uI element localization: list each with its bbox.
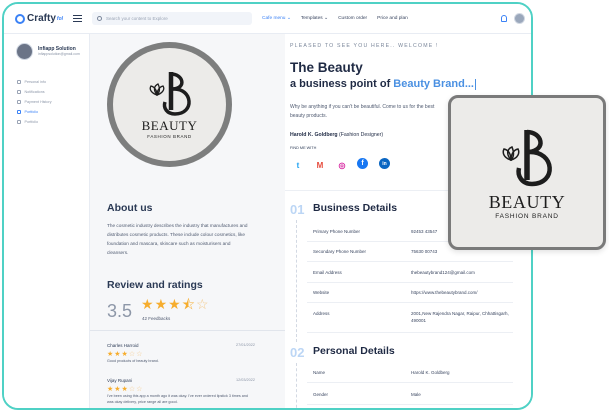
author-role: (Fashion Designer) xyxy=(339,132,384,138)
facebook-icon[interactable]: f xyxy=(357,158,368,169)
review-text: Good products of beauty brand. xyxy=(107,359,159,363)
star-icon: ★ xyxy=(141,296,154,312)
detail-row: Secondary Phone Number 75630 00743 xyxy=(313,249,438,254)
brand-logo-circle: BEAUTY FASHION BRAND xyxy=(107,42,232,167)
brand-name: BEAUTY xyxy=(141,118,198,133)
logo-subtext: fol xyxy=(56,15,64,22)
brand-name: BEAUTY xyxy=(488,192,566,212)
author: Harold K. Goldberg (Fashion Designer) xyxy=(290,132,383,138)
sidebar-item-payment-history[interactable]: Payment History xyxy=(4,97,89,107)
gmail-icon[interactable]: M xyxy=(313,158,327,172)
beauty-logo-icon xyxy=(149,72,191,116)
linkedin-icon[interactable]: in xyxy=(379,158,390,169)
sidebar: Infiapp Solution infiappsolution@gmail.c… xyxy=(4,34,90,408)
review-item: Charles Harroid 27/01/2022 ★★★☆☆ Good pro… xyxy=(107,343,255,365)
portfolio-icon xyxy=(17,110,21,114)
section-number: 01 xyxy=(290,202,305,217)
page-subtitle: a business point of Beauty Brand... xyxy=(290,78,476,90)
sidebar-item-personal-info[interactable]: Personal info xyxy=(4,77,89,87)
detail-row: Address 2001,New Rajendra Nagar, Raipur, … xyxy=(313,311,509,323)
user-email: infiappsolution@gmail.com xyxy=(38,52,80,57)
business-details-title: Business Details xyxy=(313,202,398,214)
brand-tagline: FASHION BRAND xyxy=(495,213,559,220)
section-line xyxy=(296,220,297,342)
card-icon xyxy=(17,100,21,104)
about-title: About us xyxy=(107,202,153,214)
star-icon: ★ xyxy=(154,296,168,312)
brand-tagline: FASHION BRAND xyxy=(147,134,192,139)
find-me-label: FIND ME WITH xyxy=(290,146,317,150)
rating-stars: ★ ★ ★ ⯪ ☆ xyxy=(141,297,210,311)
detail-row: Email Address thebeautybrand124@gmail.com xyxy=(313,270,475,275)
brand-logo-card: BEAUTY FASHION BRAND xyxy=(448,95,606,250)
logo-text: Crafty xyxy=(27,13,56,24)
search-icon xyxy=(97,16,103,21)
detail-row: Name Harold K. Goldberg xyxy=(313,370,450,375)
divider xyxy=(90,330,285,331)
section-number: 02 xyxy=(290,345,305,360)
about-text: The cosmetic industry describes the indu… xyxy=(107,223,248,255)
review-item: Vijay Rupani 12/03/2022 ★★★☆☆ I've been u… xyxy=(107,378,255,405)
sidebar-item-portfolio[interactable]: Portfolio xyxy=(4,107,89,117)
nav-templates[interactable]: Templates ⌄ xyxy=(301,16,328,21)
nav-cafe-menu[interactable]: Cafe menu ⌄ xyxy=(262,16,291,21)
star-icon: ★ xyxy=(168,296,181,312)
notification-bell-icon[interactable] xyxy=(501,15,507,22)
top-avatar[interactable] xyxy=(514,13,525,24)
user-profile[interactable]: Infiapp Solution infiappsolution@gmail.c… xyxy=(4,34,89,60)
empty-star-icon: ☆ xyxy=(195,296,209,312)
brand-column: BEAUTY FASHION BRAND About us The cosmet… xyxy=(90,34,285,408)
review-text: I've been using this app a month ago it … xyxy=(107,394,248,404)
subtitle-highlight: Beauty Brand... xyxy=(393,78,474,90)
app-logo[interactable]: Crafty fol xyxy=(15,13,63,24)
social-links: t M ◎ f in xyxy=(291,158,398,172)
half-star-icon: ⯪ xyxy=(181,296,195,312)
top-bar: Crafty fol Search your content to Explor… xyxy=(4,4,531,34)
personal-details-title: Personal Details xyxy=(313,345,395,357)
detail-row: Website https://www.thebeautybrand.com/ xyxy=(313,290,478,295)
instagram-icon[interactable]: ◎ xyxy=(335,158,349,172)
review-stars: ★★★☆☆ xyxy=(107,351,144,358)
reviewer-name: Charles Harroid xyxy=(107,343,139,348)
twitter-icon[interactable]: t xyxy=(291,158,305,172)
search-input[interactable]: Search your content to Explore xyxy=(92,12,253,25)
reviewer-name: Vijay Rupani xyxy=(107,378,133,383)
review-date: 27/01/2022 xyxy=(235,343,255,347)
folder-icon xyxy=(17,120,21,124)
sidebar-item-notifications[interactable]: Notifications xyxy=(4,87,89,97)
bell-icon xyxy=(17,90,21,94)
author-name: Harold K. Goldberg xyxy=(290,132,338,138)
stage: Crafty fol Search your content to Explor… xyxy=(0,0,609,413)
hamburger-menu-icon[interactable] xyxy=(73,15,83,22)
logo-icon xyxy=(15,13,25,24)
nav-price-plan[interactable]: Price and plan xyxy=(377,16,408,21)
hero-description: Why be anything if you can't be beautifu… xyxy=(290,104,435,119)
user-icon xyxy=(17,80,21,84)
feedback-count: 42 Feedbacks xyxy=(142,316,171,321)
beauty-logo-icon xyxy=(502,129,552,187)
greeting: PLEASED TO SEE YOU HERE.. WELCOME ! xyxy=(290,43,439,49)
search-placeholder: Search your content to Explore xyxy=(106,16,168,21)
top-nav: Cafe menu ⌄ Templates ⌄ Custom order Pri… xyxy=(262,16,418,21)
sidebar-item-portfolio-2[interactable]: Portfolio xyxy=(4,117,89,127)
review-stars: ★★★☆☆ xyxy=(107,386,144,393)
nav-custom-order[interactable]: Custom order xyxy=(338,16,367,21)
page-title: The Beauty xyxy=(290,60,363,75)
avatar xyxy=(16,43,33,60)
detail-row: Gender Male xyxy=(313,392,421,397)
section-line xyxy=(296,363,297,408)
reviews-title: Review and ratings xyxy=(107,279,203,291)
review-date: 12/03/2022 xyxy=(235,378,255,382)
rating-score: 3.5 xyxy=(107,301,133,321)
sidebar-menu: Personal info Notifications Payment Hist… xyxy=(4,77,89,127)
